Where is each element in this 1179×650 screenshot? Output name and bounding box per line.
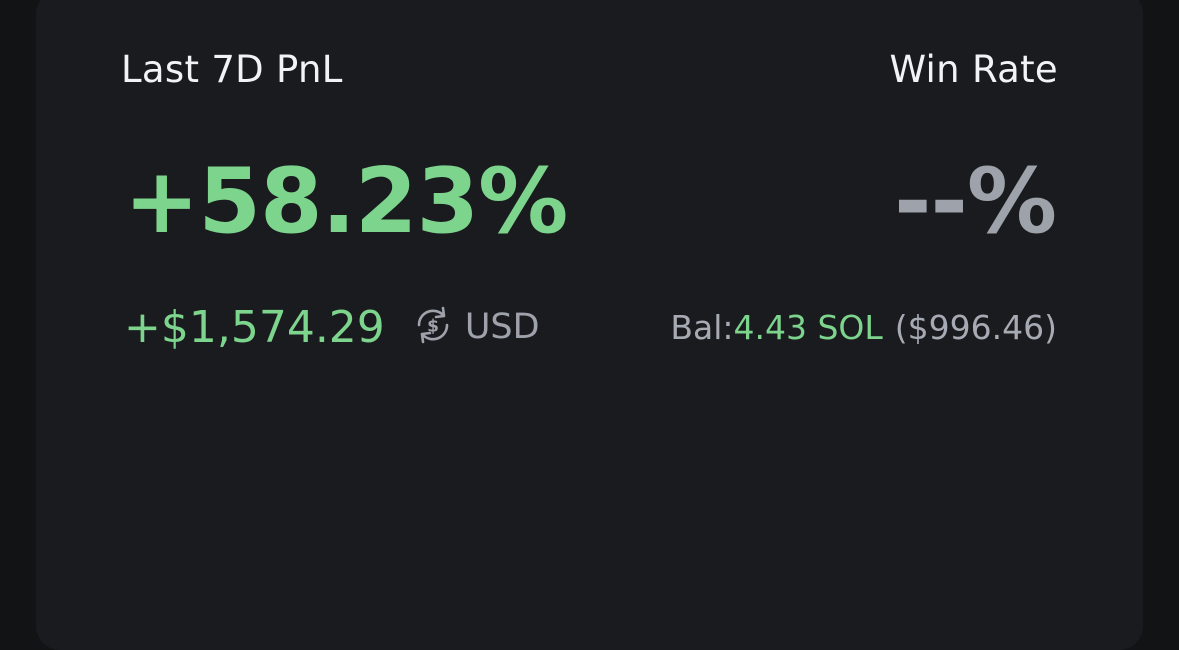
balance-sol: 4.43 SOL	[733, 307, 883, 347]
pnl-amount: +$1,574.29	[124, 301, 385, 353]
balance-usd: ($996.46)	[894, 307, 1057, 347]
pnl-label: Last 7D PnL	[121, 48, 343, 91]
currency-toggle-button[interactable]: $ USD	[411, 303, 540, 351]
pnl-card: Last 7D PnL Win Rate +58.23% --% +$1,574…	[36, 0, 1143, 650]
currency-swap-icon: $	[411, 303, 455, 351]
pnl-amount-row: +$1,574.29 $ USD	[124, 297, 540, 357]
win-rate-value: --%	[894, 149, 1057, 254]
svg-text:$: $	[427, 317, 439, 337]
currency-label: USD	[464, 307, 540, 347]
balance-label: Bal:	[670, 307, 734, 347]
win-rate-label: Win Rate	[889, 48, 1058, 91]
balance-row: Bal: 4.43 SOL ($996.46)	[670, 302, 1057, 352]
pnl-percent: +58.23%	[124, 149, 568, 254]
